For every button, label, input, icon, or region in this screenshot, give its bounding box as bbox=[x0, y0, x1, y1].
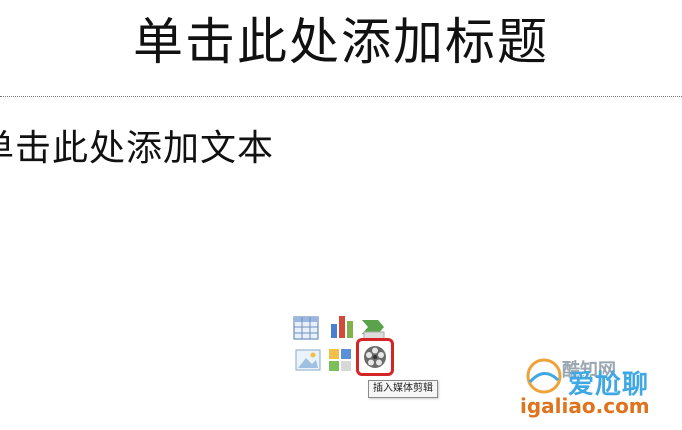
title-divider bbox=[0, 96, 682, 97]
insert-chart-icon[interactable] bbox=[328, 312, 356, 340]
content-placeholder-icons bbox=[290, 310, 410, 390]
slide-text-placeholder[interactable]: 单击此处添加文本 bbox=[0, 124, 274, 174]
watermark: 酷知网 爱尬聊 igaliao.com bbox=[516, 350, 682, 430]
watermark-url: igaliao.com bbox=[520, 394, 650, 418]
media-clip-tooltip: 插入媒体剪辑 bbox=[368, 380, 438, 398]
insert-media-clip-icon[interactable] bbox=[356, 338, 394, 376]
watermark-logo-icon bbox=[524, 356, 564, 396]
insert-clipart-icon[interactable] bbox=[326, 346, 354, 374]
insert-picture-icon[interactable] bbox=[294, 346, 322, 374]
slide-title-placeholder[interactable]: 单击此处添加标题 bbox=[0, 8, 682, 76]
insert-table-icon[interactable] bbox=[292, 314, 320, 342]
